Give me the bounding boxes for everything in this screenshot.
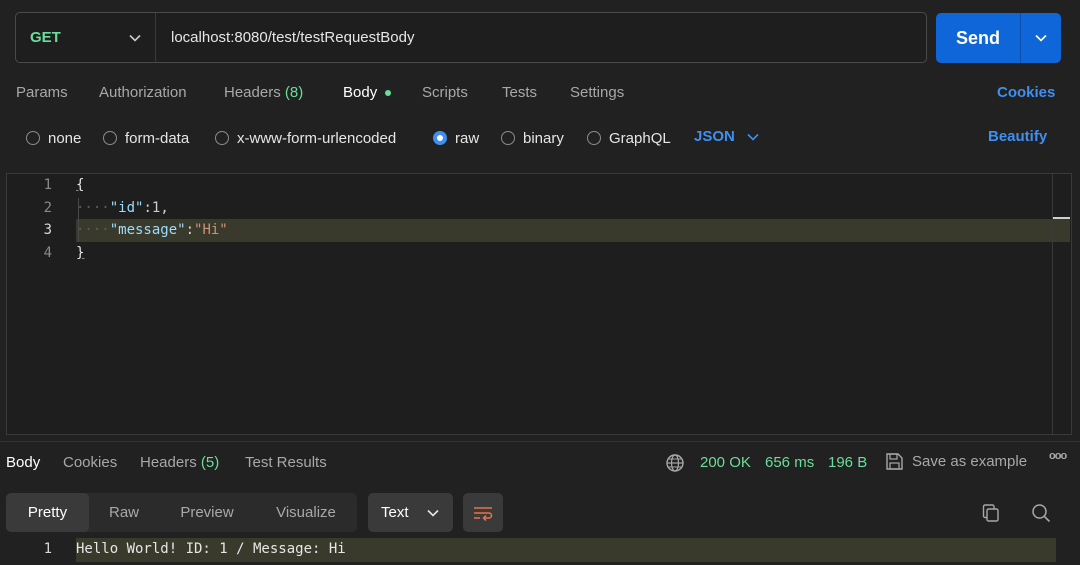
chevron-down-icon — [129, 34, 141, 42]
radio-label: raw — [455, 129, 480, 147]
tab-tests[interactable]: Tests — [502, 84, 537, 101]
response-divider[interactable] — [0, 441, 1080, 442]
send-button-group: Send — [936, 13, 1061, 63]
code-line-2: ····"id":1, — [76, 200, 169, 216]
headers-count-badge: (8) — [284, 84, 304, 101]
globe-icon[interactable] — [665, 453, 685, 473]
code-line-4: } — [76, 245, 84, 261]
code-line-3: ····"message":"Hi" — [76, 222, 228, 238]
radio-label: GraphQL — [609, 129, 671, 147]
code-line-1: { — [76, 177, 84, 193]
response-format-select[interactable]: Text — [368, 493, 453, 532]
language-label: JSON — [694, 128, 735, 145]
search-icon[interactable] — [1031, 503, 1051, 523]
radio-circle — [501, 131, 515, 145]
radio-circle — [26, 131, 40, 145]
more-options-icon[interactable]: ooo — [1049, 450, 1067, 462]
format-label: Text — [381, 504, 409, 521]
view-preview[interactable]: Preview — [159, 493, 255, 532]
tab-params[interactable]: Params — [16, 84, 68, 101]
radio-circle-checked — [433, 131, 447, 145]
json-comma: , — [160, 200, 169, 216]
response-size[interactable]: 196 B — [828, 454, 867, 471]
wrap-lines-icon — [474, 506, 493, 521]
save-icon — [886, 453, 903, 470]
chevron-down-icon — [747, 133, 759, 141]
radio-label: form-data — [125, 129, 190, 147]
radio-circle — [103, 131, 117, 145]
radio-graphql[interactable]: GraphQL — [587, 128, 671, 148]
radio-binary[interactable]: binary — [501, 128, 564, 148]
tab-body[interactable]: Body — [343, 84, 392, 101]
chevron-down-icon — [1035, 34, 1047, 42]
indent-dots: ···· — [76, 200, 110, 216]
radio-urlencoded[interactable]: x-www-form-urlencoded — [215, 128, 396, 148]
response-tab-test-results[interactable]: Test Results — [245, 454, 327, 471]
status-code[interactable]: 200 OK — [700, 454, 751, 471]
wrap-lines-button[interactable] — [463, 493, 503, 532]
view-pretty[interactable]: Pretty — [6, 493, 89, 532]
line-number: 1 — [43, 177, 52, 193]
view-visualize[interactable]: Visualize — [255, 493, 357, 532]
method-label: GET — [30, 29, 61, 46]
open-brace: { — [76, 177, 85, 193]
save-as-example-button[interactable]: Save as example — [885, 452, 1027, 471]
url-bar: GET — [15, 12, 927, 63]
tab-body-label: Body — [343, 84, 378, 101]
cookies-link[interactable]: Cookies — [997, 84, 1055, 101]
json-colon: : — [185, 222, 195, 238]
beautify-button[interactable]: Beautify — [988, 128, 1047, 145]
radio-label: x-www-form-urlencoded — [237, 129, 397, 147]
tab-scripts[interactable]: Scripts — [422, 84, 468, 101]
json-colon: : — [143, 200, 152, 216]
response-tab-headers[interactable]: Headers (5) — [140, 454, 219, 471]
line-number: 4 — [43, 245, 52, 261]
view-raw[interactable]: Raw — [89, 493, 159, 532]
copy-icon[interactable] — [981, 503, 1001, 523]
close-brace: } — [76, 245, 85, 261]
response-tab-body[interactable]: Body — [6, 454, 40, 471]
indent-dots: ···· — [76, 222, 110, 238]
json-string: "Hi" — [194, 222, 228, 238]
radio-circle — [587, 131, 601, 145]
json-key: "message" — [109, 222, 186, 238]
radio-form-data[interactable]: form-data — [103, 128, 189, 148]
chevron-down-icon — [427, 509, 439, 517]
editor-scroll-thumb[interactable] — [1053, 217, 1070, 219]
tab-headers[interactable]: Headers (8) — [224, 84, 303, 101]
method-select[interactable]: GET — [16, 13, 156, 62]
send-button[interactable]: Send — [936, 13, 1020, 63]
tab-headers-label: Headers — [224, 84, 281, 101]
line-number: 2 — [43, 200, 52, 216]
response-body-text: Hello World! ID: 1 / Message: Hi — [76, 541, 346, 557]
body-active-dot-icon — [385, 90, 392, 97]
response-tab-cookies[interactable]: Cookies — [63, 454, 117, 471]
tab-authorization[interactable]: Authorization — [99, 84, 187, 101]
send-options-button[interactable] — [1020, 13, 1061, 63]
language-select[interactable]: JSON — [694, 128, 759, 145]
tab-settings[interactable]: Settings — [570, 84, 624, 101]
radio-label: none — [48, 129, 82, 147]
response-time[interactable]: 656 ms — [765, 454, 814, 471]
response-headers-count-badge: (5) — [200, 454, 220, 471]
radio-circle — [215, 131, 229, 145]
radio-none[interactable]: none — [26, 128, 81, 148]
json-key: "id" — [109, 200, 144, 216]
line-number: 3 — [43, 222, 52, 238]
response-tab-headers-label: Headers — [140, 454, 197, 471]
save-as-example-label: Save as example — [912, 453, 1028, 470]
url-input[interactable] — [156, 13, 926, 62]
radio-raw[interactable]: raw — [433, 128, 479, 148]
radio-label: binary — [523, 129, 564, 147]
editor-scrollbar[interactable] — [1052, 174, 1071, 434]
response-line-number: 1 — [43, 541, 52, 557]
